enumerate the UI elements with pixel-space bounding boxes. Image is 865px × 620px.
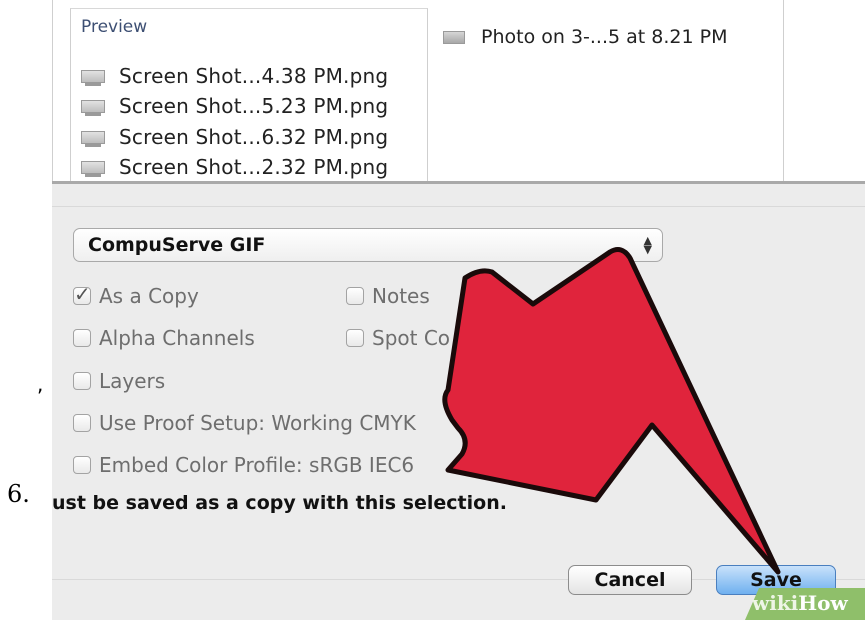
- wikihow-watermark-logo: wikiHow: [752, 591, 848, 615]
- pointer-arrow-icon: [442, 247, 781, 575]
- arrow-shape: [442, 247, 781, 575]
